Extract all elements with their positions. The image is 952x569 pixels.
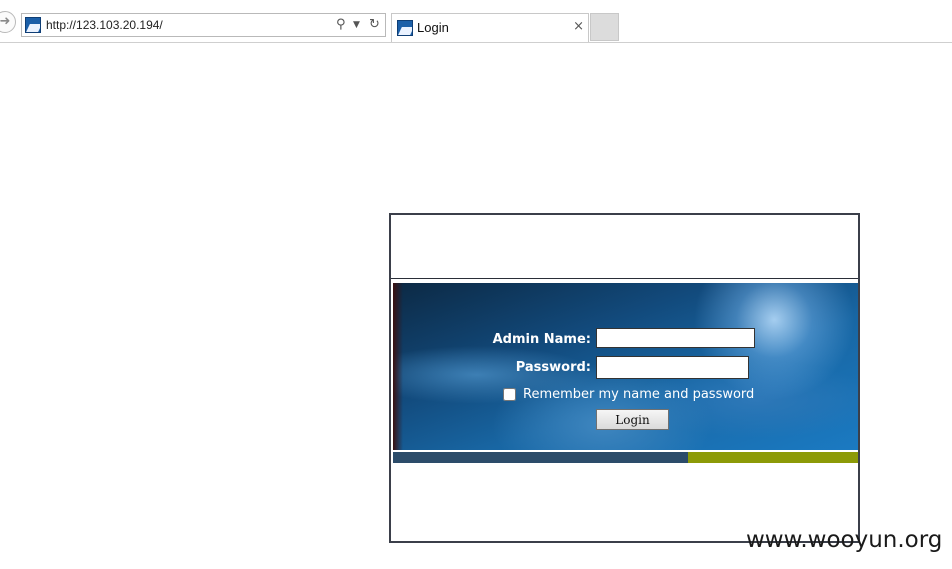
tab-favicon-icon: [397, 20, 413, 36]
search-icon[interactable]: ⚲: [336, 16, 346, 34]
admin-name-input[interactable]: [596, 328, 755, 348]
new-tab-button[interactable]: [590, 13, 619, 41]
tab-title: Login: [417, 20, 449, 35]
address-bar[interactable]: http://123.103.20.194/ ⚲ ▼ ↻: [21, 13, 386, 37]
footer-strip-green: [688, 452, 858, 463]
login-button[interactable]: Login: [596, 409, 669, 430]
password-label: Password:: [515, 360, 591, 375]
banner-edge-shadow: [393, 283, 403, 450]
site-favicon-icon: [25, 17, 41, 33]
admin-name-label: Admin Name:: [492, 332, 591, 347]
password-input[interactable]: [596, 356, 749, 379]
back-arrow-icon[interactable]: ➜: [0, 11, 16, 33]
remember-label: Remember my name and password: [523, 387, 755, 402]
browser-chrome: ➜ http://123.103.20.194/ ⚲ ▼ ↻ Login ×: [0, 0, 952, 43]
remember-checkbox[interactable]: [503, 388, 516, 401]
header-divider: [391, 278, 858, 279]
url-text[interactable]: http://123.103.20.194/: [46, 18, 163, 32]
refresh-icon[interactable]: ↻: [369, 16, 380, 34]
close-tab-icon[interactable]: ×: [573, 19, 584, 34]
login-frame: Admin Name: Password: Remember my name a…: [389, 213, 860, 543]
footer-strip-dark: [393, 452, 688, 463]
dropdown-arrow-icon[interactable]: ▼: [353, 16, 360, 34]
watermark-text: www.wooyun.org: [746, 527, 943, 553]
tab-login[interactable]: Login ×: [391, 13, 589, 42]
